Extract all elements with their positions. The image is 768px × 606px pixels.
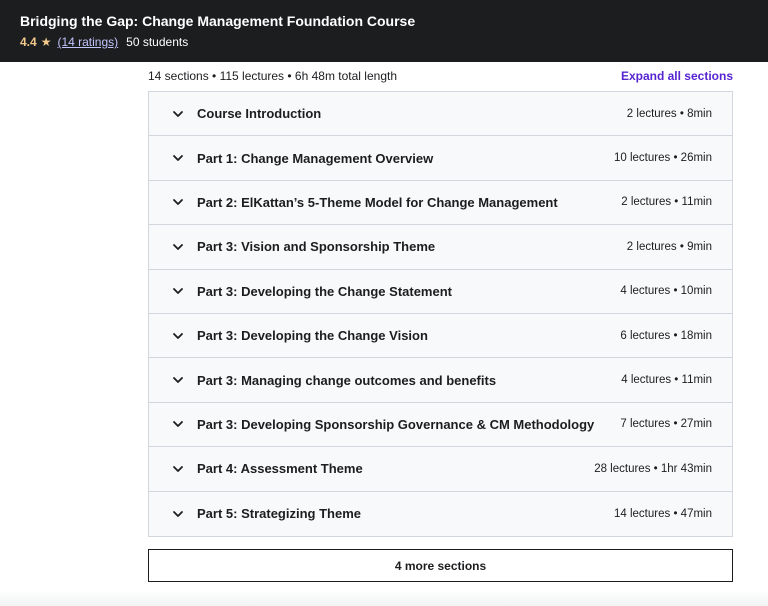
section-title: Part 3: Developing the Change Statement (197, 283, 452, 299)
section-title: Part 5: Strategizing Theme (197, 506, 361, 522)
section-row[interactable]: Part 1: Change Management Overview 10 lec… (149, 136, 732, 181)
section-meta: 6 lectures • 18min (620, 329, 712, 342)
course-header: Bridging the Gap: Change Management Foun… (0, 0, 768, 62)
more-sections-button[interactable]: 4 more sections (148, 549, 733, 582)
section-row[interactable]: Part 2: ElKattan’s 5-Theme Model for Cha… (149, 180, 732, 226)
course-title: Bridging the Gap: Change Management Foun… (20, 13, 416, 29)
section-meta: 2 lectures • 8min (626, 107, 712, 120)
section-row[interactable]: Part 3: Developing the Change Statement 4… (149, 269, 732, 314)
chevron-down-icon (173, 377, 183, 383)
section-title: Part 2: ElKattan’s 5-Theme Model for Cha… (197, 194, 558, 210)
section-meta: 7 lectures • 27min (620, 418, 712, 431)
section-meta: 2 lectures • 9min (626, 240, 712, 253)
section-meta: 4 lectures • 11min (621, 374, 712, 387)
section-title: Course Introduction (197, 106, 322, 122)
chevron-down-icon (173, 199, 183, 206)
section-meta: 28 lectures • 1hr 43min (594, 462, 712, 475)
section-title: Part 4: Assessment Theme (197, 461, 363, 477)
section-title: Part 3: Managing change outcomes and ben… (197, 372, 497, 388)
chevron-down-icon (173, 465, 183, 472)
curriculum-summary-text: 14 sections • 115 lectures • 6h 48m tota… (148, 69, 397, 83)
section-meta: 2 lectures • 11min (621, 196, 712, 209)
chevron-down-icon (173, 288, 183, 295)
section-title: Part 3: Vision and Sponsorship Theme (197, 239, 436, 255)
section-row[interactable]: Part 4: Assessment Theme 28 lectures • 1h… (149, 447, 732, 492)
section-meta: 14 lectures • 47min (614, 507, 712, 520)
section-meta: 10 lectures • 26min (614, 152, 712, 165)
section-row[interactable]: Part 3: Developing Sponsorship Governanc… (149, 402, 732, 448)
section-row[interactable]: Part 3: Managing change outcomes and ben… (149, 358, 732, 403)
chevron-down-icon (173, 155, 183, 161)
section-meta: 4 lectures • 10min (620, 285, 712, 298)
section-title: Part 3: Developing Sponsorship Governanc… (197, 416, 595, 432)
chevron-down-icon (173, 110, 183, 117)
ratings-link[interactable]: (14 ratings) (57, 34, 118, 50)
star-icon: ★ (40, 35, 52, 49)
chevron-down-icon (173, 421, 183, 428)
rating-row: 4.4 ★ (14 ratings) 50 students (20, 34, 748, 50)
section-row[interactable]: Course Introduction 2 lectures • 8min (149, 92, 732, 137)
section-row[interactable]: Part 3: Vision and Sponsorship Theme 2 le… (149, 225, 732, 270)
chevron-down-icon (173, 332, 183, 339)
curriculum-summary: 14 sections • 115 lectures • 6h 48m tota… (148, 66, 733, 86)
chevron-down-icon (173, 243, 183, 250)
rating-value: 4.4 (20, 35, 37, 49)
section-title: Part 1: Change Management Overview (197, 150, 434, 166)
bottom-shade (0, 590, 768, 606)
section-row[interactable]: Part 3: Developing the Change Vision 6 le… (149, 313, 732, 359)
curriculum-sections: Course Introduction 2 lectures • 8min Part… (148, 91, 733, 537)
section-title: Part 3: Developing the Change Vision (197, 328, 428, 344)
student-count: 50 students (126, 35, 189, 49)
chevron-down-icon (173, 510, 183, 517)
section-row[interactable]: Part 5: Strategizing Theme 14 lectures • … (149, 491, 732, 536)
expand-all-sections-button[interactable]: Expand all sections (621, 69, 733, 83)
